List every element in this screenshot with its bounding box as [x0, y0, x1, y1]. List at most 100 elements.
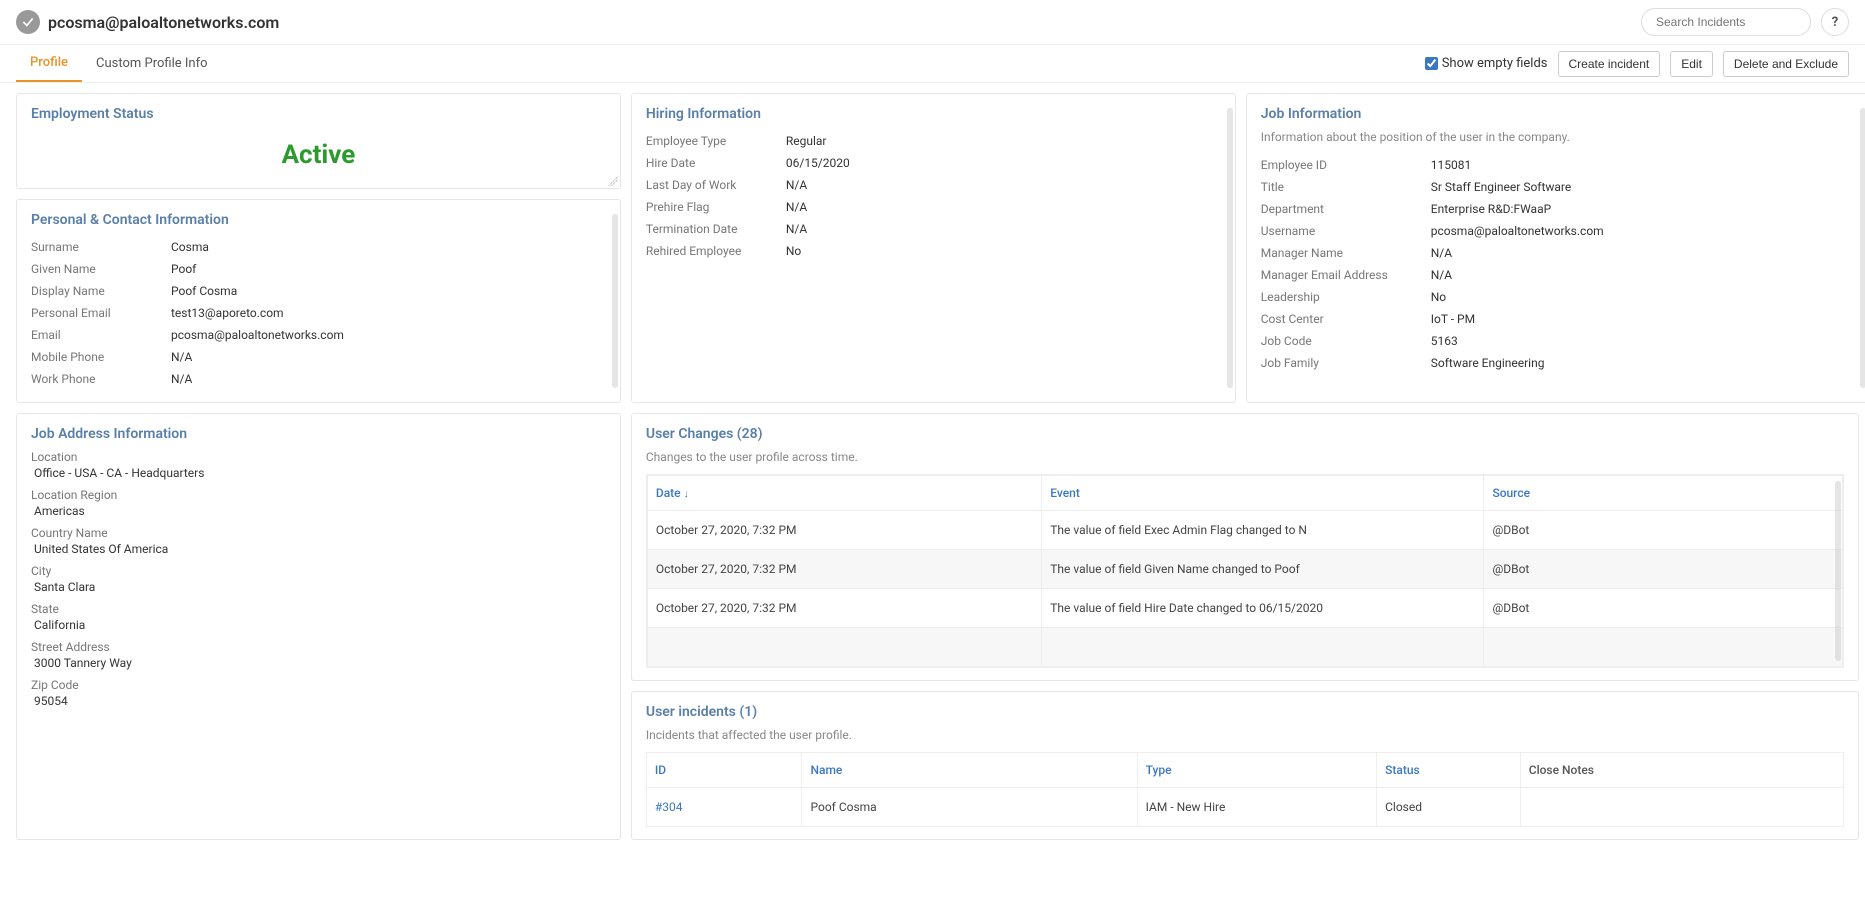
- cell-name: Poof Cosma: [802, 788, 1137, 827]
- user-incidents-card: User incidents (1) Incidents that affect…: [631, 691, 1859, 840]
- tab-profile[interactable]: Profile: [16, 45, 82, 82]
- field-value: United States Of America: [31, 542, 606, 556]
- field-label: Hire Date: [646, 152, 786, 174]
- scrollbar[interactable]: [1860, 108, 1865, 388]
- table-row[interactable]: #304 Poof Cosma IAM - New Hire Closed: [646, 788, 1843, 827]
- cell-event: The value of field Given Name changed to…: [1042, 550, 1484, 589]
- field-value: 3000 Tannery Way: [31, 656, 606, 670]
- field-value: No: [786, 240, 1221, 262]
- field-value: N/A: [786, 174, 1221, 196]
- cell-date: October 27, 2020, 7:32 PM: [647, 511, 1041, 550]
- delete-exclude-button[interactable]: Delete and Exclude: [1723, 51, 1849, 77]
- field-value: 95054: [31, 694, 606, 708]
- table-row[interactable]: [647, 628, 1842, 667]
- show-empty-fields-label: Show empty fields: [1442, 56, 1548, 71]
- hiring-information-title: Hiring Information: [646, 106, 1221, 122]
- cell-source: @DBot: [1484, 550, 1843, 589]
- cell-event: The value of field Exec Admin Flag chang…: [1042, 511, 1484, 550]
- help-button[interactable]: ?: [1821, 8, 1849, 36]
- field-label: Given Name: [31, 258, 171, 280]
- col-source[interactable]: Source: [1484, 476, 1843, 511]
- scrollbar[interactable]: [1835, 481, 1841, 661]
- field-label: Prehire Flag: [646, 196, 786, 218]
- cell-notes: [1520, 788, 1843, 827]
- field-label: Work Phone: [31, 368, 171, 390]
- edit-button[interactable]: Edit: [1670, 51, 1713, 77]
- personal-contact-title: Personal & Contact Information: [31, 212, 606, 228]
- employment-status-card: Employment Status Active: [16, 93, 621, 189]
- field-value: Poof Cosma: [171, 280, 606, 302]
- resize-handle-icon[interactable]: [608, 176, 618, 186]
- search-input[interactable]: [1641, 8, 1811, 36]
- field-label: Location: [31, 450, 606, 464]
- field-value: N/A: [786, 196, 1221, 218]
- col-status[interactable]: Status: [1377, 753, 1521, 788]
- table-row[interactable]: October 27, 2020, 7:32 PMThe value of fi…: [647, 589, 1842, 628]
- field-value: IoT - PM: [1431, 308, 1854, 330]
- field-value: N/A: [1431, 264, 1854, 286]
- cell-status: Closed: [1377, 788, 1521, 827]
- scrollbar[interactable]: [612, 214, 618, 388]
- user-changes-table: Date↓ Event Source October 27, 2020, 7:3…: [647, 475, 1843, 667]
- col-name[interactable]: Name: [802, 753, 1137, 788]
- field-value: pcosma@paloaltonetworks.com: [171, 324, 606, 346]
- page-header: pcosma@paloaltonetworks.com ?: [0, 0, 1865, 45]
- user-incidents-desc: Incidents that affected the user profile…: [646, 728, 1844, 742]
- field-value: N/A: [171, 346, 606, 368]
- hiring-information-card: Hiring Information Employee TypeRegular …: [631, 93, 1236, 403]
- field-value: N/A: [786, 218, 1221, 240]
- field-label: Job Code: [1261, 330, 1431, 352]
- col-close-notes[interactable]: Close Notes: [1520, 753, 1843, 788]
- field-label: Employee Type: [646, 130, 786, 152]
- field-label: City: [31, 564, 606, 578]
- user-changes-card: User Changes (28) Changes to the user pr…: [631, 413, 1859, 681]
- main-content: Employment Status Active Personal & Cont…: [0, 83, 1865, 850]
- field-value: Poof: [171, 258, 606, 280]
- cell-source: @DBot: [1484, 511, 1843, 550]
- field-value: Software Engineering: [1431, 352, 1854, 374]
- user-changes-title: User Changes (28): [646, 426, 1844, 442]
- field-value: N/A: [1431, 242, 1854, 264]
- col-type[interactable]: Type: [1137, 753, 1376, 788]
- table-row[interactable]: October 27, 2020, 7:32 PMThe value of fi…: [647, 550, 1842, 589]
- cell-type: IAM - New Hire: [1137, 788, 1376, 827]
- show-empty-fields-toggle[interactable]: Show empty fields: [1425, 56, 1548, 71]
- col-event[interactable]: Event: [1042, 476, 1484, 511]
- user-changes-desc: Changes to the user profile across time.: [646, 450, 1844, 464]
- show-empty-fields-checkbox[interactable]: [1425, 57, 1438, 70]
- field-value: Americas: [31, 504, 606, 518]
- field-label: Rehired Employee: [646, 240, 786, 262]
- field-value: pcosma@paloaltonetworks.com: [1431, 220, 1854, 242]
- field-label: Country Name: [31, 526, 606, 540]
- field-label: Manager Name: [1261, 242, 1431, 264]
- field-label: Cost Center: [1261, 308, 1431, 330]
- field-value: 115081: [1431, 154, 1854, 176]
- col-id[interactable]: ID: [646, 753, 802, 788]
- scrollbar[interactable]: [1227, 108, 1233, 388]
- cell-event: The value of field Hire Date changed to …: [1042, 589, 1484, 628]
- incident-link[interactable]: #304: [655, 800, 683, 814]
- cell-source: @DBot: [1484, 589, 1843, 628]
- col-date[interactable]: Date↓: [647, 476, 1041, 511]
- field-label: Title: [1261, 176, 1431, 198]
- field-value: Enterprise R&D:FWaaP: [1431, 198, 1854, 220]
- field-label: State: [31, 602, 606, 616]
- field-value: Regular: [786, 130, 1221, 152]
- field-value: Santa Clara: [31, 580, 606, 594]
- field-value: Sr Staff Engineer Software: [1431, 176, 1854, 198]
- user-incidents-table: ID Name Type Status Close Notes #304 Poo…: [646, 752, 1844, 827]
- personal-contact-card: Personal & Contact Information SurnameCo…: [16, 199, 621, 403]
- tab-custom-profile-info[interactable]: Custom Profile Info: [82, 46, 222, 81]
- field-label: Location Region: [31, 488, 606, 502]
- cell-date: October 27, 2020, 7:32 PM: [647, 589, 1041, 628]
- table-row[interactable]: October 27, 2020, 7:32 PMThe value of fi…: [647, 511, 1842, 550]
- job-information-desc: Information about the position of the us…: [1261, 130, 1854, 144]
- field-value: Office - USA - CA - Headquarters: [31, 466, 606, 480]
- field-label: Zip Code: [31, 678, 606, 692]
- app-icon: [16, 10, 40, 34]
- sort-down-icon: ↓: [684, 489, 689, 500]
- job-information-title: Job Information: [1261, 106, 1854, 122]
- field-value: 06/15/2020: [786, 152, 1221, 174]
- create-incident-button[interactable]: Create incident: [1558, 51, 1661, 77]
- user-incidents-title: User incidents (1): [646, 704, 1844, 720]
